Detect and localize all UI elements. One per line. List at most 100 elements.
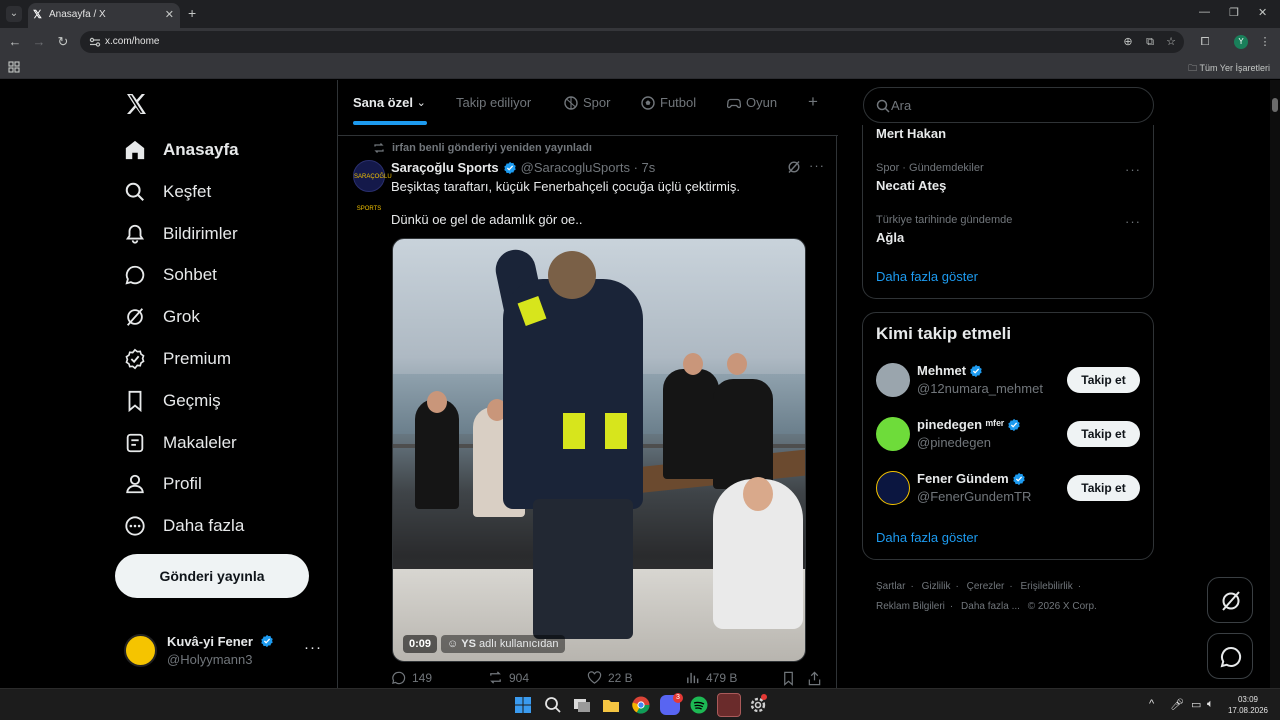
post-button[interactable]: Gönderi yayınla (115, 554, 309, 598)
restore-icon[interactable]: ❐ (1229, 6, 1239, 19)
tray-overflow-chevron-icon[interactable]: ^ (1149, 698, 1154, 710)
sidebar-item-chat[interactable]: Sohbet (124, 254, 217, 296)
trends-panel: Mert Hakan Spor · Gündemdekiler Necati A… (862, 125, 1154, 299)
sidebar-item-home[interactable]: Anasayfa (124, 129, 239, 171)
new-tab-plus-icon[interactable]: + (188, 5, 196, 21)
add-tab-plus-icon[interactable]: + (808, 92, 818, 112)
footer-link-ads-info[interactable]: Reklam Bilgileri (876, 601, 945, 612)
page-scrollbar[interactable] (1270, 80, 1280, 688)
extensions-icon[interactable]: ⧠ (1197, 34, 1213, 50)
follow-button[interactable]: Takip et (1067, 421, 1140, 447)
like-button[interactable]: 22 B (587, 670, 633, 685)
tab-close-icon[interactable]: ✕ (165, 8, 174, 21)
footer-link-privacy[interactable]: Gizlilik (922, 581, 951, 592)
analytics-icon (687, 672, 699, 684)
trends-show-more-link[interactable]: Daha fazla göster (876, 269, 978, 284)
grok-explain-icon[interactable] (787, 160, 801, 174)
follow-suggestion[interactable]: Fener Gündem @FenerGundemTR Takip et (876, 471, 1142, 511)
forward-arrow-icon[interactable]: → (31, 34, 47, 50)
trend-item-name[interactable]: Mert Hakan (876, 126, 946, 141)
sidebar-item-explore[interactable]: Keşfet (124, 171, 211, 213)
trend-item-name[interactable]: Necati Ateş (876, 178, 946, 193)
sidebar-item-notifications[interactable]: Bildirimler (124, 213, 238, 255)
search-input[interactable] (891, 88, 1141, 122)
sidebar-item-more[interactable]: Daha fazla (124, 505, 244, 547)
messages-fab-button[interactable] (1207, 633, 1253, 679)
tab-for-you[interactable]: Sana özel ⌄ (353, 95, 426, 110)
footer-link-accessibility[interactable]: Erişilebilirlik (1021, 581, 1073, 592)
post-more-icon[interactable]: ··· (809, 158, 825, 173)
post-author-handle[interactable]: @SaracogluSports (521, 160, 630, 175)
post-author-avatar[interactable]: SARAÇOĞLU SPORTS (353, 160, 392, 212)
account-switcher[interactable]: Kuvâ-yi Fener @Holyymann3 ··· (124, 632, 324, 672)
search-box[interactable] (863, 87, 1154, 123)
address-bar[interactable]: x.com/home (80, 31, 1184, 53)
notification-badge: 3 (673, 693, 683, 703)
bookmark-star-icon[interactable]: ☆ (1163, 34, 1179, 50)
account-more-icon[interactable]: ··· (304, 639, 322, 656)
avatar (876, 471, 910, 505)
tab-sports[interactable]: Spor (564, 95, 610, 110)
sidebar-item-profile[interactable]: Profil (124, 463, 202, 505)
follow-suggestion[interactable]: pinedegen ᵐᶠᵉʳ @pinedegen Takip et (876, 417, 1142, 457)
browser-menu-icon[interactable]: ⋮ (1257, 34, 1273, 50)
reply-button[interactable]: 149 (391, 670, 432, 685)
sidebar-item-bookmarks[interactable]: Geçmiş (124, 380, 221, 422)
follow-button[interactable]: Takip et (1067, 367, 1140, 393)
reply-icon (392, 671, 406, 685)
back-arrow-icon[interactable]: ← (7, 34, 23, 50)
who-to-follow-show-more-link[interactable]: Daha fazla göster (876, 530, 978, 545)
follow-button[interactable]: Takip et (1067, 475, 1140, 501)
trend-more-icon[interactable]: ··· (1125, 214, 1141, 229)
video-source-label[interactable]: ☺ YS adlı kullanıcıdan (441, 635, 565, 653)
profile-avatar[interactable]: Y (1234, 35, 1248, 49)
system-clock[interactable]: 03:09 17.08.2026 (1226, 694, 1270, 716)
repost-button[interactable]: 904 (488, 670, 529, 685)
gamepad-icon (727, 98, 741, 108)
cast-icon[interactable]: ⧉ (1142, 34, 1158, 50)
sidebar-item-grok[interactable]: Grok (124, 296, 200, 338)
trend-more-icon[interactable]: ··· (1125, 162, 1141, 177)
all-bookmarks-folder[interactable]: 🗀 Tüm Yer İşaretleri (1188, 61, 1270, 77)
spotify-icon[interactable] (689, 695, 709, 715)
footer-link-more[interactable]: Daha fazla ... (961, 601, 1020, 612)
views-button[interactable]: 479 B (685, 670, 737, 685)
post-video[interactable]: 0:09 ☺ YS adlı kullanıcıdan (392, 238, 806, 662)
post-author-name[interactable]: Saraçoğlu Sports (391, 160, 499, 175)
volume-icon[interactable]: 🔈︎ (1207, 698, 1214, 711)
scrollbar-thumb[interactable] (1272, 98, 1278, 112)
share-icon[interactable] (807, 671, 822, 686)
sidebar-item-premium[interactable]: Premium (124, 338, 231, 380)
x-favicon-icon: 𝕏 (33, 9, 42, 21)
media-app-icon[interactable] (717, 693, 741, 717)
tab-football[interactable]: Futbol (641, 95, 696, 110)
window-close-icon[interactable]: ✕ (1258, 6, 1267, 19)
sidebar-item-articles[interactable]: Makaleler (124, 422, 237, 464)
apps-grid-icon[interactable] (8, 61, 20, 73)
footer-link-cookies[interactable]: Çerezler (967, 581, 1005, 592)
site-settings-icon[interactable] (89, 36, 101, 48)
trend-item-name[interactable]: Ağla (876, 230, 904, 245)
chrome-icon[interactable] (631, 695, 651, 715)
browser-tab[interactable]: 𝕏 Anasayfa / X ✕ (28, 3, 180, 28)
video-frame-stripe (563, 413, 585, 449)
sidebar-item-label: Anasayfa (163, 140, 239, 159)
file-explorer-icon[interactable] (601, 695, 621, 715)
x-logo-icon[interactable] (124, 92, 148, 116)
microphone-icon[interactable]: 🎤︎ (1170, 698, 1184, 711)
zoom-icon[interactable]: ⊕ (1120, 34, 1136, 50)
reload-icon[interactable]: ↻ (55, 34, 71, 50)
minimize-icon[interactable]: — (1199, 6, 1210, 18)
tab-following[interactable]: Takip ediliyor (456, 95, 531, 110)
grok-fab-button[interactable] (1207, 577, 1253, 623)
taskbar-search-icon[interactable] (543, 695, 563, 715)
bookmark-icon[interactable] (781, 671, 796, 686)
post-timestamp[interactable]: · 7s (634, 160, 656, 175)
tab-search-chevron-icon[interactable]: ⌄ (6, 6, 22, 22)
network-icon[interactable]: ▭ (1191, 698, 1201, 711)
windows-start-icon[interactable] (513, 695, 533, 715)
tab-gaming[interactable]: Oyun (727, 95, 777, 110)
task-view-icon[interactable] (572, 695, 592, 715)
follow-suggestion[interactable]: Mehmet @12numara_mehmet Takip et (876, 363, 1142, 403)
footer-link-terms[interactable]: Şartlar (876, 581, 905, 592)
